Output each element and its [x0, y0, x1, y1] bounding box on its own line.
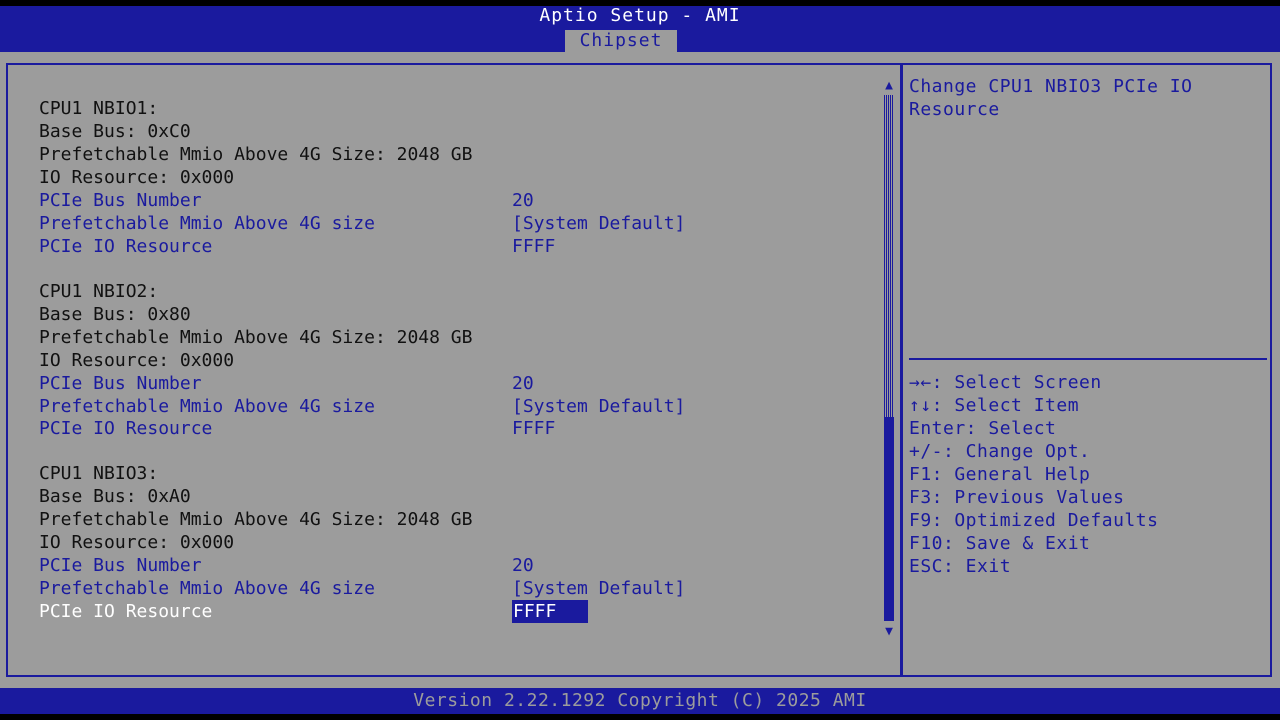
- key-help-esc: ESC: Exit: [909, 556, 1012, 577]
- nbio1-mmio-size-label[interactable]: Prefetchable Mmio Above 4G size: [39, 212, 375, 235]
- version-text: Version 2.22.1292 Copyright (C) 2025 AMI: [413, 690, 867, 711]
- scroll-up-arrow-icon[interactable]: ▲: [882, 79, 896, 92]
- nbio3-mmio-size: Prefetchable Mmio Above 4G Size: 2048 GB: [39, 509, 473, 530]
- nbio1-pcie-io-resource-label[interactable]: PCIe IO Resource: [39, 235, 212, 258]
- nbio3-mmio-size-label[interactable]: Prefetchable Mmio Above 4G size: [39, 577, 375, 600]
- nbio3-base-bus: Base Bus: 0xA0: [39, 486, 191, 507]
- nbio3-pcie-bus-number-value[interactable]: 20: [512, 554, 534, 577]
- nbio1-io-resource-info: IO Resource: 0x000: [39, 167, 235, 188]
- nbio1-pcie-io-resource-value[interactable]: FFFF: [512, 235, 555, 258]
- nbio2-mmio-size-value[interactable]: [System Default]: [512, 395, 685, 418]
- scrollbar-thumb[interactable]: [884, 417, 894, 621]
- nbio2-pcie-io-resource-value[interactable]: FFFF: [512, 417, 555, 440]
- nbio2-mmio-size: Prefetchable Mmio Above 4G Size: 2048 GB: [39, 327, 473, 348]
- scroll-down-arrow-icon[interactable]: ▼: [882, 625, 896, 638]
- nbio2-mmio-size-label[interactable]: Prefetchable Mmio Above 4G size: [39, 395, 375, 418]
- nbio3-pcie-bus-number-label[interactable]: PCIe Bus Number: [39, 554, 202, 577]
- nbio1-pcie-bus-number-value[interactable]: 20: [512, 189, 534, 212]
- key-help-change-opt: +/-: Change Opt.: [909, 441, 1091, 462]
- nbio2-io-resource-info: IO Resource: 0x000: [39, 350, 235, 371]
- nbio2-pcie-bus-number-value[interactable]: 20: [512, 372, 534, 395]
- item-help-text: Change CPU1 NBIO3 PCIe IO Resource: [909, 76, 1204, 120]
- panel-divider: [900, 63, 903, 677]
- nbio3-pcie-io-resource-value[interactable]: FFFF: [512, 600, 588, 623]
- key-help-select-item: ↑↓: Select Item: [909, 395, 1080, 416]
- nbio1-mmio-size-value[interactable]: [System Default]: [512, 212, 685, 235]
- help-divider: [909, 358, 1267, 360]
- key-help-f9: F9: Optimized Defaults: [909, 510, 1159, 531]
- nbio1-base-bus: Base Bus: 0xC0: [39, 121, 191, 142]
- key-help-f1: F1: General Help: [909, 464, 1091, 485]
- nbio3-mmio-size-value[interactable]: [System Default]: [512, 577, 685, 600]
- nbio2-pcie-io-resource-label[interactable]: PCIe IO Resource: [39, 417, 212, 440]
- nbio3-pcie-io-resource-label[interactable]: PCIe IO Resource: [39, 600, 212, 623]
- tab-chipset[interactable]: Chipset: [565, 30, 677, 52]
- key-help-f10: F10: Save & Exit: [909, 533, 1091, 554]
- nbio3-io-resource-info: IO Resource: 0x000: [39, 532, 235, 553]
- key-help-f3: F3: Previous Values: [909, 487, 1125, 508]
- key-help-select-screen: →←: Select Screen: [909, 372, 1102, 393]
- key-help-list: →←: Select Screen ↑↓: Select Item Enter:…: [909, 371, 1269, 578]
- nbio2-base-bus: Base Bus: 0x80: [39, 304, 191, 325]
- nbio2-heading: CPU1 NBIO2:: [39, 281, 159, 302]
- app-title: Aptio Setup - AMI: [539, 5, 741, 26]
- key-help-enter: Enter: Select: [909, 418, 1057, 439]
- nbio3-heading: CPU1 NBIO3:: [39, 463, 159, 484]
- nbio2-pcie-bus-number-label[interactable]: PCIe Bus Number: [39, 372, 202, 395]
- nbio1-heading: CPU1 NBIO1:: [39, 98, 159, 119]
- nbio1-mmio-size: Prefetchable Mmio Above 4G Size: 2048 GB: [39, 144, 473, 165]
- nbio1-pcie-bus-number-label[interactable]: PCIe Bus Number: [39, 189, 202, 212]
